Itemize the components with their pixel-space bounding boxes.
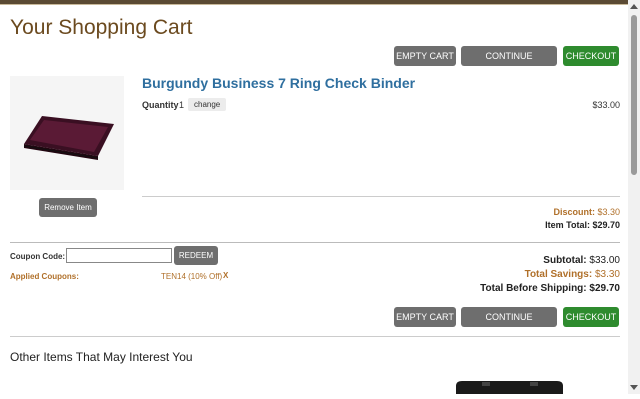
total-before-shipping-label: Total Before Shipping: bbox=[480, 283, 587, 294]
binder-image bbox=[23, 116, 114, 160]
coupon-code-label: Coupon Code: bbox=[10, 252, 66, 261]
remove-coupon-button[interactable]: X bbox=[223, 271, 228, 280]
scroll-up-arrow-icon[interactable] bbox=[630, 4, 638, 9]
checkout-button-top[interactable]: CHECKOUT bbox=[563, 46, 619, 66]
continue-shopping-button-bottom[interactable]: CONTINUE SHOPPING bbox=[461, 307, 557, 342]
discount-line: Discount: $3.30 bbox=[553, 207, 620, 217]
scroll-down-arrow-icon[interactable] bbox=[630, 385, 638, 390]
page-title: Your Shopping Cart bbox=[10, 16, 193, 39]
recommendations-title: Other Items That May Interest You bbox=[10, 350, 193, 364]
page-scrollbar[interactable] bbox=[628, 0, 640, 394]
subtotal-label: Subtotal: bbox=[543, 255, 587, 266]
item-divider bbox=[142, 196, 620, 197]
discount-label: Discount: bbox=[553, 207, 595, 217]
empty-cart-button-bottom[interactable]: EMPTY CART bbox=[394, 307, 456, 327]
recommended-binder-image bbox=[456, 381, 563, 394]
total-before-shipping-line: Total Before Shipping: $29.70 bbox=[480, 283, 620, 294]
discount-value: $3.30 bbox=[597, 207, 620, 217]
empty-cart-button-top[interactable]: EMPTY CART bbox=[394, 46, 456, 66]
quantity-value: 1 bbox=[179, 100, 185, 110]
item-total-value: $29.70 bbox=[592, 220, 620, 230]
total-savings-value: $3.30 bbox=[594, 269, 620, 280]
checkout-button-bottom[interactable]: CHECKOUT bbox=[563, 307, 619, 327]
total-savings-line: Total Savings: $3.30 bbox=[525, 269, 620, 280]
item-price: $33.00 bbox=[592, 100, 620, 110]
subtotal-value: $33.00 bbox=[589, 255, 620, 266]
item-total-line: Item Total: $29.70 bbox=[545, 220, 620, 230]
top-border-bar bbox=[0, 0, 628, 5]
quantity-label: Quantity bbox=[142, 100, 179, 110]
recommended-product-image[interactable] bbox=[452, 380, 567, 394]
item-total-label: Item Total: bbox=[545, 220, 590, 230]
coupon-code-input[interactable] bbox=[66, 248, 172, 263]
applied-coupon-code: TEN14 (10% Off) bbox=[161, 272, 223, 281]
product-title-link[interactable]: Burgundy Business 7 Ring Check Binder bbox=[142, 75, 415, 91]
product-image[interactable] bbox=[10, 76, 124, 190]
subtotal-line: Subtotal: $33.00 bbox=[543, 255, 620, 266]
cart-divider bbox=[10, 242, 620, 243]
change-quantity-button[interactable]: change bbox=[188, 98, 227, 111]
total-savings-label: Total Savings: bbox=[524, 269, 593, 280]
section-divider bbox=[10, 336, 620, 337]
redeem-button[interactable]: REDEEM bbox=[174, 246, 218, 265]
continue-shopping-button-top[interactable]: CONTINUE SHOPPING bbox=[461, 46, 557, 81]
remove-item-button[interactable]: Remove Item bbox=[39, 198, 97, 217]
applied-coupons-label: Applied Coupons: bbox=[10, 272, 79, 281]
total-before-shipping-value: $29.70 bbox=[589, 283, 620, 294]
scroll-thumb[interactable] bbox=[631, 15, 637, 175]
